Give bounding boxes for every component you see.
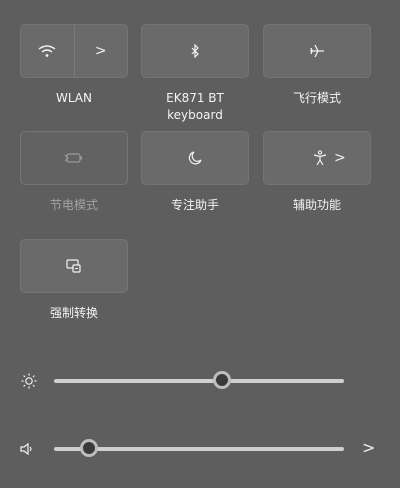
bluetooth-icon <box>190 44 200 58</box>
brightness-track[interactable] <box>54 379 344 383</box>
brightness-slider-row <box>0 369 400 393</box>
quick-settings-panel: > WLAN EK871 BT keyboard 飞行模式 节电模式 专注助手 … <box>0 0 400 488</box>
project-label: 强制转换 <box>49 306 98 320</box>
airplane-icon <box>309 44 325 58</box>
airplane-tile[interactable] <box>263 24 371 78</box>
wlan-toggle[interactable] <box>21 25 74 77</box>
accessibility-tile[interactable]: > <box>263 131 371 185</box>
chevron-right-icon: > <box>334 150 346 166</box>
sun-icon <box>21 373 37 393</box>
chevron-right-icon: > <box>94 43 107 59</box>
cast-icon <box>66 259 82 273</box>
focus-assist-tile[interactable] <box>141 131 249 185</box>
moon-icon <box>188 151 202 165</box>
bluetooth-tile[interactable] <box>141 24 249 78</box>
brightness-thumb[interactable] <box>213 371 232 389</box>
accessibility-expand-button[interactable]: > <box>334 132 370 184</box>
volume-mixer-button[interactable]: > <box>362 438 375 457</box>
wifi-icon <box>38 44 56 58</box>
airplane-label: 飞行模式 <box>292 91 341 105</box>
wlan-tile[interactable]: > <box>20 24 128 78</box>
speaker-icon[interactable] <box>20 441 34 460</box>
battery-saver-icon <box>64 152 84 164</box>
focus-assist-label: 专注助手 <box>170 198 219 212</box>
accessibility-label: 辅助功能 <box>292 198 341 212</box>
project-tile[interactable] <box>20 239 128 293</box>
wlan-expand-button[interactable]: > <box>73 25 128 77</box>
battery-saver-tile[interactable] <box>20 131 128 185</box>
wlan-label: WLAN <box>55 91 92 105</box>
battery-saver-label: 节电模式 <box>49 198 98 212</box>
volume-thumb[interactable] <box>79 439 98 457</box>
accessibility-icon <box>312 150 328 166</box>
volume-slider-row: > <box>0 437 400 461</box>
accessibility-toggle[interactable] <box>264 132 334 184</box>
bluetooth-label: EK871 BT keyboard <box>166 91 224 122</box>
